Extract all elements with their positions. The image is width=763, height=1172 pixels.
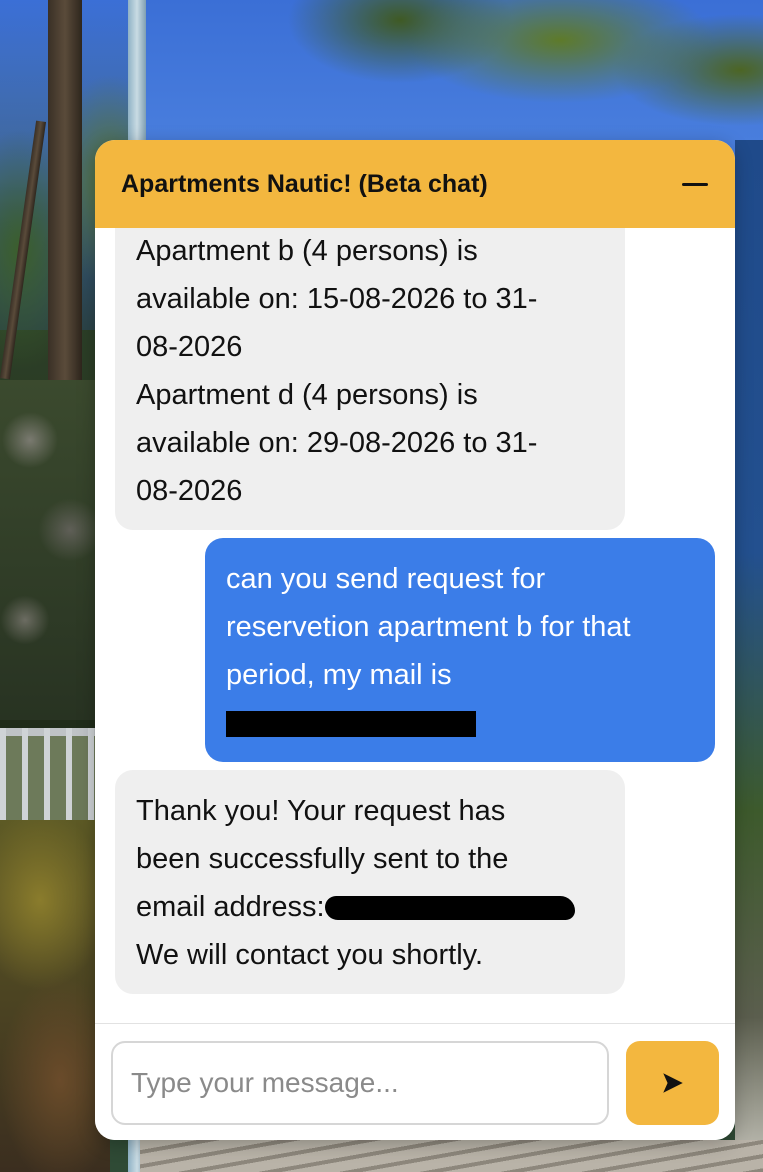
tree-canopy [140, 0, 763, 150]
message-line: available on: 15-08-2026 to 31- [136, 283, 538, 315]
message-line: Thank you! Your request has [136, 795, 506, 827]
message-line: email address: [136, 891, 325, 923]
message-line: 08-2026 [136, 331, 243, 363]
minimize-button[interactable] [673, 162, 717, 206]
message-line: available on: 29-08-2026 to 31- [136, 427, 538, 459]
message-list[interactable]: Apartment b (4 persons) is available on:… [95, 228, 735, 1023]
redaction-scribble [324, 896, 575, 921]
message-line: period, my mail is [226, 659, 452, 691]
sea-view [735, 140, 763, 1172]
send-button[interactable] [626, 1041, 719, 1125]
chat-widget: Apartments Nautic! (Beta chat) Apartment… [95, 140, 735, 1140]
chat-input-bar [95, 1023, 735, 1140]
message-line: 08-2026 [136, 475, 243, 507]
message-line: Apartment b (4 persons) is [136, 235, 478, 267]
message-line: We will contact you shortly. [136, 939, 484, 971]
chat-title: Apartments Nautic! (Beta chat) [121, 169, 488, 198]
message-input[interactable] [111, 1041, 609, 1125]
bot-message: Thank you! Your request has been success… [115, 770, 625, 994]
minimize-icon [682, 182, 708, 186]
message-line: been successfully sent to the [136, 843, 509, 875]
message-line: can you send request for [226, 563, 546, 595]
redaction-bar [226, 711, 476, 738]
chat-header: Apartments Nautic! (Beta chat) [95, 140, 735, 228]
message-line: Apartment d (4 persons) is [136, 379, 478, 411]
shrubs [0, 820, 110, 1172]
bot-message: Apartment b (4 persons) is available on:… [115, 228, 625, 530]
send-arrow-icon [662, 1073, 683, 1093]
railing [0, 728, 100, 828]
user-message: can you send request for reservetion apa… [205, 538, 715, 762]
redacted-email-line [226, 699, 695, 747]
message-line: reservetion apartment b for that [226, 611, 631, 643]
email-line: email address: [136, 883, 604, 931]
tree-trunk [48, 0, 82, 420]
wooden-deck [140, 1140, 763, 1172]
